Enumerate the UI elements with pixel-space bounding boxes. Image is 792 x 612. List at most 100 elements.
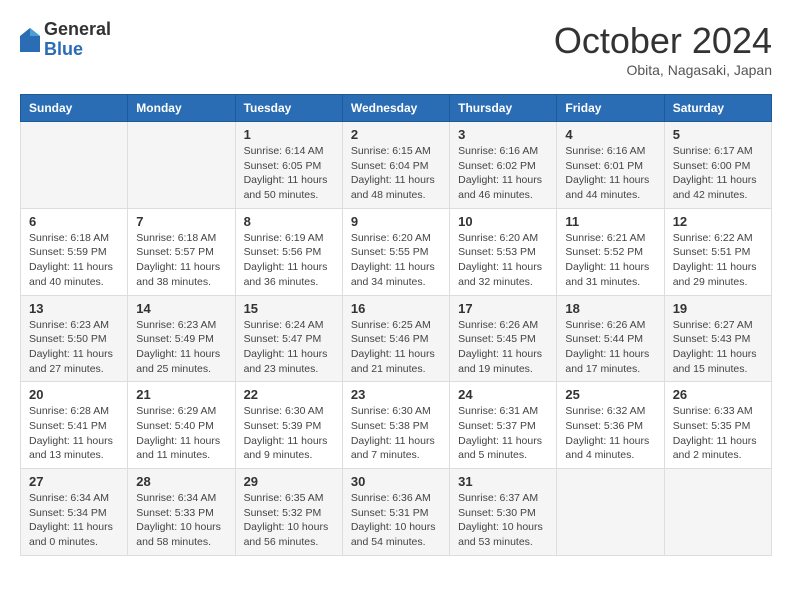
- calendar-cell: 5 Sunrise: 6:17 AM Sunset: 6:00 PM Daylig…: [664, 122, 771, 209]
- day-number: 24: [458, 387, 548, 402]
- calendar-cell: 24 Sunrise: 6:31 AM Sunset: 5:37 PM Dayli…: [450, 382, 557, 469]
- day-number: 29: [244, 474, 334, 489]
- day-info: Sunrise: 6:30 AM Sunset: 5:38 PM Dayligh…: [351, 404, 441, 463]
- calendar-cell: 9Sunrise: 6:20 AM Sunset: 5:55 PM Daylig…: [342, 208, 449, 295]
- day-number: 22: [244, 387, 334, 402]
- calendar-cell: 15 Sunrise: 6:24 AM Sunset: 5:47 PM Dayli…: [235, 295, 342, 382]
- day-info: Sunrise: 6:26 AM Sunset: 5:44 PM Dayligh…: [565, 318, 655, 377]
- day-info: Sunrise: 6:33 AM Sunset: 5:35 PM Dayligh…: [673, 404, 763, 463]
- day-number: 3: [458, 127, 548, 142]
- day-number: 6: [29, 214, 119, 229]
- calendar-cell: 11 Sunrise: 6:21 AM Sunset: 5:52 PM Dayli…: [557, 208, 664, 295]
- logo-general: General: [44, 20, 111, 40]
- calendar-cell: 17 Sunrise: 6:26 AM Sunset: 5:45 PM Dayli…: [450, 295, 557, 382]
- day-info: Sunrise: 6:35 AM Sunset: 5:32 PM Dayligh…: [244, 491, 334, 550]
- calendar-cell: [557, 469, 664, 556]
- week-row-4: 20 Sunrise: 6:28 AM Sunset: 5:41 PM Dayli…: [21, 382, 772, 469]
- day-number: 16: [351, 301, 441, 316]
- day-number: 14: [136, 301, 226, 316]
- day-info: Sunrise: 6:37 AM Sunset: 5:30 PM Dayligh…: [458, 491, 548, 550]
- day-info: Sunrise: 6:30 AM Sunset: 5:39 PM Dayligh…: [244, 404, 334, 463]
- day-number: 7: [136, 214, 226, 229]
- week-row-2: 6 Sunrise: 6:18 AM Sunset: 5:59 PM Daylig…: [21, 208, 772, 295]
- day-info: Sunrise: 6:26 AM Sunset: 5:45 PM Dayligh…: [458, 318, 548, 377]
- week-row-5: 27Sunrise: 6:34 AM Sunset: 5:34 PM Dayli…: [21, 469, 772, 556]
- calendar-cell: 16 Sunrise: 6:25 AM Sunset: 5:46 PM Dayli…: [342, 295, 449, 382]
- day-info: Sunrise: 6:21 AM Sunset: 5:52 PM Dayligh…: [565, 231, 655, 290]
- calendar-cell: 22 Sunrise: 6:30 AM Sunset: 5:39 PM Dayli…: [235, 382, 342, 469]
- day-info: Sunrise: 6:36 AM Sunset: 5:31 PM Dayligh…: [351, 491, 441, 550]
- day-info: Sunrise: 6:18 AM Sunset: 5:59 PM Dayligh…: [29, 231, 119, 290]
- calendar-cell: 27Sunrise: 6:34 AM Sunset: 5:34 PM Dayli…: [21, 469, 128, 556]
- day-number: 12: [673, 214, 763, 229]
- day-number: 18: [565, 301, 655, 316]
- day-info: Sunrise: 6:17 AM Sunset: 6:00 PM Dayligh…: [673, 144, 763, 203]
- day-info: Sunrise: 6:18 AM Sunset: 5:57 PM Dayligh…: [136, 231, 226, 290]
- day-info: Sunrise: 6:28 AM Sunset: 5:41 PM Dayligh…: [29, 404, 119, 463]
- logo-text: General Blue: [44, 20, 111, 60]
- calendar-cell: 2 Sunrise: 6:15 AM Sunset: 6:04 PM Daylig…: [342, 122, 449, 209]
- day-info: Sunrise: 6:25 AM Sunset: 5:46 PM Dayligh…: [351, 318, 441, 377]
- calendar-cell: 21 Sunrise: 6:29 AM Sunset: 5:40 PM Dayli…: [128, 382, 235, 469]
- calendar-cell: 10 Sunrise: 6:20 AM Sunset: 5:53 PM Dayli…: [450, 208, 557, 295]
- day-info: Sunrise: 6:14 AM Sunset: 6:05 PM Dayligh…: [244, 144, 334, 203]
- day-info: Sunrise: 6:15 AM Sunset: 6:04 PM Dayligh…: [351, 144, 441, 203]
- day-number: 1: [244, 127, 334, 142]
- day-info: Sunrise: 6:19 AM Sunset: 5:56 PM Dayligh…: [244, 231, 334, 290]
- calendar-cell: 12 Sunrise: 6:22 AM Sunset: 5:51 PM Dayli…: [664, 208, 771, 295]
- day-number: 17: [458, 301, 548, 316]
- day-header-thursday: Thursday: [450, 95, 557, 122]
- day-number: 31: [458, 474, 548, 489]
- day-header-monday: Monday: [128, 95, 235, 122]
- calendar-cell: 25 Sunrise: 6:32 AM Sunset: 5:36 PM Dayli…: [557, 382, 664, 469]
- logo-blue: Blue: [44, 40, 111, 60]
- day-header-sunday: Sunday: [21, 95, 128, 122]
- day-info: Sunrise: 6:24 AM Sunset: 5:47 PM Dayligh…: [244, 318, 334, 377]
- calendar-cell: 28Sunrise: 6:34 AM Sunset: 5:33 PM Dayli…: [128, 469, 235, 556]
- day-number: 27: [29, 474, 119, 489]
- calendar-cell: [21, 122, 128, 209]
- day-info: Sunrise: 6:31 AM Sunset: 5:37 PM Dayligh…: [458, 404, 548, 463]
- logo-icon: [20, 28, 40, 52]
- day-number: 9: [351, 214, 441, 229]
- calendar-table: SundayMondayTuesdayWednesdayThursdayFrid…: [20, 94, 772, 556]
- page-header: General Blue October 2024 Obita, Nagasak…: [20, 20, 772, 78]
- month-title: October 2024: [554, 20, 772, 62]
- day-info: Sunrise: 6:16 AM Sunset: 6:01 PM Dayligh…: [565, 144, 655, 203]
- day-number: 25: [565, 387, 655, 402]
- calendar-cell: 31 Sunrise: 6:37 AM Sunset: 5:30 PM Dayli…: [450, 469, 557, 556]
- calendar-cell: 30 Sunrise: 6:36 AM Sunset: 5:31 PM Dayli…: [342, 469, 449, 556]
- day-number: 20: [29, 387, 119, 402]
- week-row-1: 1 Sunrise: 6:14 AM Sunset: 6:05 PM Daylig…: [21, 122, 772, 209]
- calendar-cell: 3 Sunrise: 6:16 AM Sunset: 6:02 PM Daylig…: [450, 122, 557, 209]
- calendar-cell: 14Sunrise: 6:23 AM Sunset: 5:49 PM Dayli…: [128, 295, 235, 382]
- day-number: 10: [458, 214, 548, 229]
- days-row: SundayMondayTuesdayWednesdayThursdayFrid…: [21, 95, 772, 122]
- calendar-cell: 23Sunrise: 6:30 AM Sunset: 5:38 PM Dayli…: [342, 382, 449, 469]
- day-info: Sunrise: 6:16 AM Sunset: 6:02 PM Dayligh…: [458, 144, 548, 203]
- day-number: 11: [565, 214, 655, 229]
- calendar-cell: 13Sunrise: 6:23 AM Sunset: 5:50 PM Dayli…: [21, 295, 128, 382]
- day-number: 5: [673, 127, 763, 142]
- day-number: 21: [136, 387, 226, 402]
- day-number: 26: [673, 387, 763, 402]
- day-number: 13: [29, 301, 119, 316]
- calendar-cell: 20 Sunrise: 6:28 AM Sunset: 5:41 PM Dayli…: [21, 382, 128, 469]
- calendar-cell: 18 Sunrise: 6:26 AM Sunset: 5:44 PM Dayli…: [557, 295, 664, 382]
- calendar-cell: 4Sunrise: 6:16 AM Sunset: 6:01 PM Daylig…: [557, 122, 664, 209]
- calendar-cell: 19Sunrise: 6:27 AM Sunset: 5:43 PM Dayli…: [664, 295, 771, 382]
- location: Obita, Nagasaki, Japan: [554, 62, 772, 78]
- day-number: 15: [244, 301, 334, 316]
- day-number: 2: [351, 127, 441, 142]
- day-info: Sunrise: 6:22 AM Sunset: 5:51 PM Dayligh…: [673, 231, 763, 290]
- day-info: Sunrise: 6:20 AM Sunset: 5:53 PM Dayligh…: [458, 231, 548, 290]
- day-number: 30: [351, 474, 441, 489]
- day-info: Sunrise: 6:34 AM Sunset: 5:33 PM Dayligh…: [136, 491, 226, 550]
- day-header-saturday: Saturday: [664, 95, 771, 122]
- calendar-cell: [128, 122, 235, 209]
- calendar-cell: 7 Sunrise: 6:18 AM Sunset: 5:57 PM Daylig…: [128, 208, 235, 295]
- calendar-cell: 6 Sunrise: 6:18 AM Sunset: 5:59 PM Daylig…: [21, 208, 128, 295]
- calendar-cell: 29 Sunrise: 6:35 AM Sunset: 5:32 PM Dayli…: [235, 469, 342, 556]
- day-info: Sunrise: 6:32 AM Sunset: 5:36 PM Dayligh…: [565, 404, 655, 463]
- day-info: Sunrise: 6:29 AM Sunset: 5:40 PM Dayligh…: [136, 404, 226, 463]
